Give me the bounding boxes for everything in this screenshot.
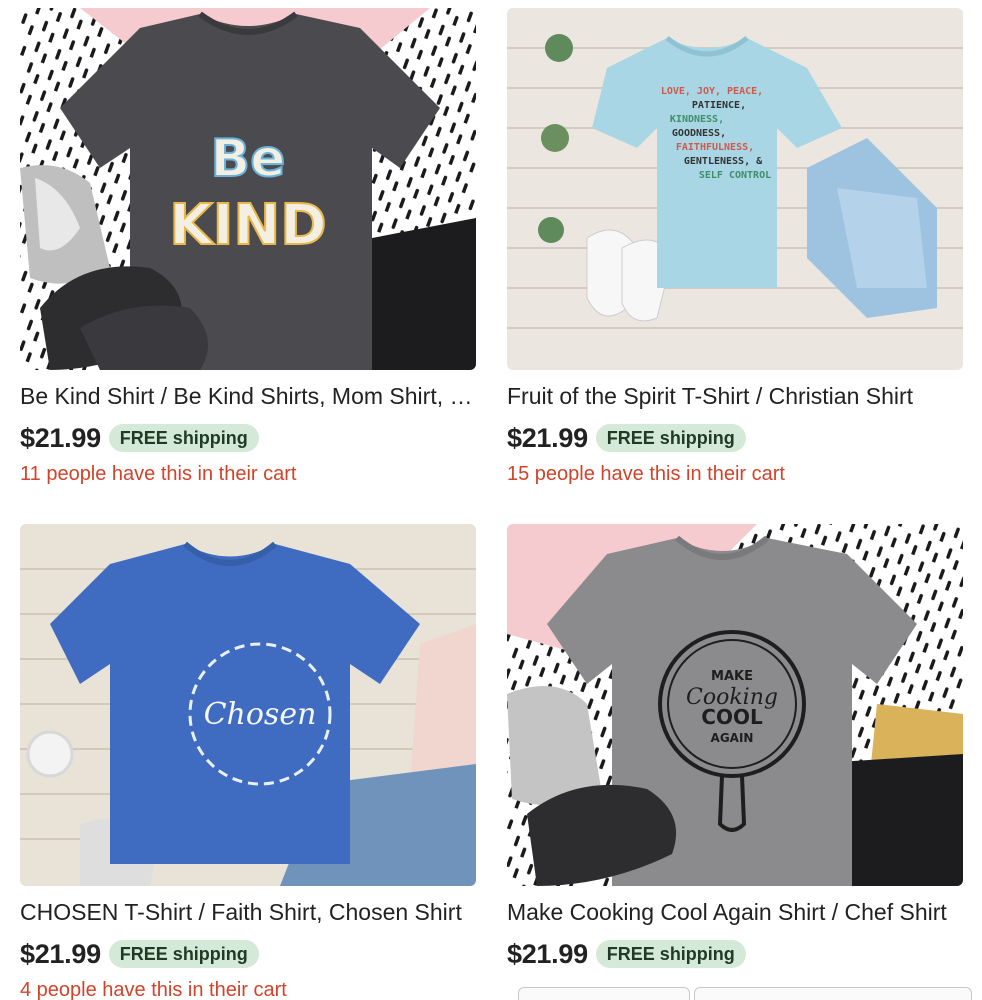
listing-title[interactable]: CHOSEN T-Shirt / Faith Shirt, Chosen Shi…	[20, 898, 476, 926]
listing-title[interactable]: Fruit of the Spirit T-Shirt / Christian …	[507, 382, 963, 410]
shirt-text-line: PATIENCE,	[692, 100, 746, 111]
listing-card[interactable]: LOVE, JOY, PEACE, PATIENCE, KINDNESS, GO…	[507, 8, 963, 486]
be-kind-shirt-image: Be KIND	[20, 8, 476, 370]
listing-image[interactable]: LOVE, JOY, PEACE, PATIENCE, KINDNESS, GO…	[507, 8, 963, 370]
free-shipping-badge: FREE shipping	[108, 424, 259, 452]
free-shipping-badge: FREE shipping	[595, 424, 746, 452]
chosen-shirt-image: Chosen	[20, 524, 476, 886]
bottom-button[interactable]	[518, 987, 690, 1000]
price-row: $21.99 FREE shipping	[507, 422, 963, 454]
shirt-text-line: SELF CONTROL	[699, 170, 771, 181]
cooking-cool-shirt-image: MAKE Cooking COOL AGAIN	[507, 524, 963, 886]
shirt-text-line: FAITHFULNESS,	[676, 142, 754, 153]
listing-title[interactable]: Make Cooking Cool Again Shirt / Chef Shi…	[507, 898, 963, 926]
shirt-text-cool: COOL	[701, 705, 763, 729]
shirt-text-line: GENTLENESS, &	[684, 156, 763, 167]
shirt-text-line: LOVE, JOY, PEACE,	[661, 86, 763, 97]
listing-image[interactable]: Be KIND	[20, 8, 476, 370]
shirt-text-be: Be	[211, 129, 286, 189]
cart-count-note: 11 people have this in their cart	[20, 463, 297, 485]
fruit-of-spirit-shirt-image: LOVE, JOY, PEACE, PATIENCE, KINDNESS, GO…	[507, 8, 963, 370]
listing-price: $21.99	[507, 938, 588, 969]
listing-title[interactable]: Be Kind Shirt / Be Kind Shirts, Mom Shir…	[20, 382, 476, 410]
shirt-text-make: MAKE	[711, 669, 753, 684]
free-shipping-badge: FREE shipping	[108, 940, 259, 968]
listing-card[interactable]: MAKE Cooking COOL AGAIN Make Cooking Coo…	[507, 524, 963, 970]
bottom-button[interactable]	[694, 987, 972, 1000]
price-row: $21.99 FREE shipping	[507, 938, 963, 970]
shirt-text-line: GOODNESS,	[672, 128, 726, 139]
listing-card[interactable]: Chosen CHOSEN T-Shirt / Faith Shirt, Cho…	[20, 524, 476, 1000]
listing-image[interactable]: Chosen	[20, 524, 476, 886]
shirt-text-line: KINDNESS,	[670, 114, 724, 125]
cart-count-note: 4 people have this in their cart	[20, 979, 287, 1000]
free-shipping-badge: FREE shipping	[595, 940, 746, 968]
listing-card[interactable]: Be KIND Be Kind Shirt / Be Kind Shirts, …	[20, 8, 476, 486]
price-row: $21.99 FREE shipping	[20, 422, 476, 454]
shirt-text-chosen: Chosen	[204, 697, 317, 732]
shirt-text-again: AGAIN	[711, 731, 754, 745]
listing-price: $21.99	[20, 938, 101, 969]
bottom-action-bar	[514, 987, 972, 1000]
listing-price: $21.99	[20, 422, 101, 453]
price-row: $21.99 FREE shipping	[20, 938, 476, 970]
shirt-text-kind: KIND	[169, 193, 327, 258]
listing-price: $21.99	[507, 422, 588, 453]
listing-image[interactable]: MAKE Cooking COOL AGAIN	[507, 524, 963, 886]
cart-count-note: 15 people have this in their cart	[507, 463, 785, 485]
